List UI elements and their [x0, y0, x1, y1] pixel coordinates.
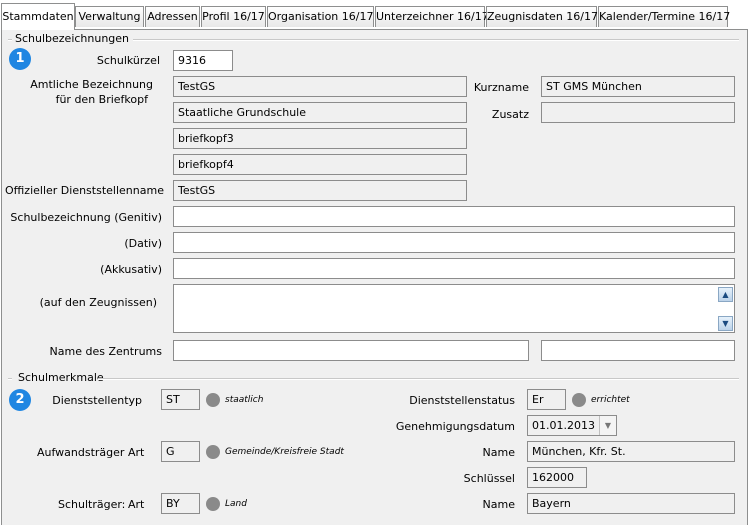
group-title-schulmerkmale: Schulmerkmale [18, 371, 104, 384]
dienststellenstatus-hint: errichtet [591, 395, 630, 405]
zentrum-label: Name des Zentrums [49, 345, 162, 358]
akkusativ-input[interactable] [173, 258, 735, 279]
tab-kalender-termine[interactable]: Kalender/Termine 16/17 [598, 6, 730, 27]
schulkuerzel-input[interactable]: 9316 [173, 50, 233, 71]
kurzname-input[interactable]: ST GMS München [541, 76, 735, 97]
chevron-down-icon[interactable]: ▼ [599, 416, 616, 435]
kurzname-label: Kurzname [473, 81, 529, 94]
amtliche-bezeichnung-label: Amtliche Bezeichnung [30, 78, 153, 91]
genitiv-input[interactable] [173, 206, 735, 227]
akkusativ-label: (Akkusativ) [100, 263, 162, 276]
briefkopf-line-3[interactable]: briefkopf3 [173, 128, 467, 149]
schultraeger-name-input[interactable]: Bayern [527, 493, 735, 514]
schultraeger-name-label: Name [482, 498, 515, 511]
briefkopf-line-2[interactable]: Staatliche Grundschule [173, 102, 467, 123]
schultraeger-label: Schulträger: [58, 498, 126, 511]
scroll-up-icon[interactable]: ▲ [718, 287, 733, 302]
aufwand-hint: Gemeinde/Kreisfreie Stadt [225, 447, 344, 457]
zentrum-input-1[interactable] [173, 340, 529, 361]
tab-adressen[interactable]: Adressen [145, 6, 200, 27]
aufwand-art-label: Art [128, 446, 145, 459]
dativ-label: (Dativ) [124, 237, 162, 250]
aufwand-art-input[interactable]: G [161, 441, 200, 462]
dienststellenstatus-input[interactable]: Er [527, 389, 566, 410]
zeugnisse-label: (auf den Zeugnissen) [39, 296, 157, 309]
schluessel-input[interactable]: 162000 [527, 467, 587, 488]
briefkopf-line-1[interactable]: TestGS [173, 76, 467, 97]
tab-profil[interactable]: Profil 16/17 [201, 6, 266, 27]
dienststellenname-input[interactable]: TestGS [173, 180, 467, 201]
group-divider [98, 378, 739, 380]
tab-stammdaten[interactable]: Stammdaten [1, 3, 75, 30]
scroll-down-icon[interactable]: ▼ [718, 316, 733, 331]
group-divider [8, 378, 12, 380]
tab-bar: Stammdaten Verwaltung Adressen Profil 16… [0, 0, 750, 30]
schultraeger-hint: Land [225, 499, 247, 509]
info-dot-icon[interactable] [206, 393, 220, 407]
info-dot-icon[interactable] [572, 393, 586, 407]
info-dot-icon[interactable] [206, 497, 220, 511]
group-title-schulbezeichnungen: Schulbezeichnungen [15, 32, 130, 45]
genehmigung-label: Genehmigungsdatum [395, 420, 515, 433]
zusatz-label: Zusatz [491, 108, 529, 121]
aufwand-name-label: Name [482, 446, 515, 459]
schultraeger-art-label: Art [128, 498, 145, 511]
aufwand-name-input[interactable]: München, Kfr. St. [527, 441, 735, 462]
dienststellentyp-hint: staatlich [225, 395, 264, 405]
tab-organisation[interactable]: Organisation 16/17 [267, 6, 374, 27]
zentrum-input-2[interactable] [541, 340, 735, 361]
genehmigung-datepicker[interactable]: 01.01.2013 ▼ [527, 415, 617, 436]
step-badge-2: 2 [9, 389, 31, 411]
tab-unterzeichner[interactable]: Unterzeichner 16/17 [375, 6, 489, 27]
schluessel-label: Schlüssel [463, 472, 515, 485]
step-badge-1: 1 [9, 48, 31, 70]
dienststellenname-label: Offizieller Dienststellenname [5, 184, 164, 197]
tab-verwaltung[interactable]: Verwaltung [75, 6, 144, 27]
group-divider [133, 39, 739, 41]
zeugnisse-textarea[interactable]: ▲ ▼ [173, 284, 735, 333]
group-divider [8, 39, 12, 41]
aufwandstraeger-label: Aufwandsträger [37, 446, 125, 459]
info-dot-icon[interactable] [206, 445, 220, 459]
schultraeger-art-input[interactable]: BY [161, 493, 200, 514]
genitiv-label: Schulbezeichnung (Genitiv) [10, 211, 162, 224]
dienststellenstatus-label: Dienststellenstatus [409, 394, 515, 407]
dativ-input[interactable] [173, 232, 735, 253]
genehmigung-value: 01.01.2013 [532, 419, 595, 432]
zusatz-input[interactable] [541, 102, 735, 123]
dienststellentyp-label: Dienststellentyp [52, 394, 142, 407]
dienststellentyp-input[interactable]: ST [161, 389, 200, 410]
briefkopf-line-4[interactable]: briefkopf4 [173, 154, 467, 175]
briefkopf-label: für den Briefkopf [55, 93, 148, 106]
tab-zeugnisdaten[interactable]: Zeugnisdaten 16/17 [486, 6, 598, 27]
schulkuerzel-label: Schulkürzel [96, 54, 160, 67]
